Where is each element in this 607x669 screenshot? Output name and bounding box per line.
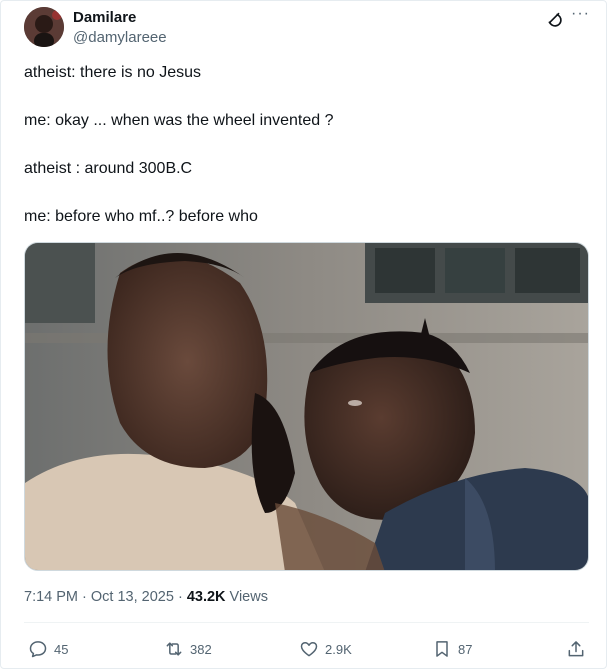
repost-count: 382 bbox=[190, 641, 212, 657]
grok-icon[interactable] bbox=[544, 9, 564, 29]
repost-button[interactable]: 382 bbox=[164, 639, 212, 659]
tweet-meta: 7:14 PM · Oct 13, 2025 · 43.2K Views bbox=[24, 589, 268, 605]
more-icon[interactable]: ··· bbox=[571, 5, 590, 23]
bookmark-button[interactable]: 87 bbox=[432, 639, 472, 659]
share-icon bbox=[568, 641, 584, 657]
divider bbox=[24, 622, 589, 623]
author-name[interactable]: Damilare bbox=[73, 9, 136, 26]
reply-icon bbox=[29, 641, 47, 658]
tweet-text-line: atheist: there is no Jesus bbox=[24, 64, 201, 81]
tweet-image[interactable] bbox=[24, 242, 589, 571]
reply-count: 45 bbox=[54, 641, 69, 657]
meta-separator: · bbox=[82, 589, 91, 605]
reply-button[interactable]: 45 bbox=[28, 639, 68, 659]
bookmark-icon bbox=[436, 641, 448, 657]
author-handle[interactable]: @damylareee bbox=[73, 29, 167, 46]
meta-separator: · bbox=[177, 589, 187, 605]
tweet-card: Damilare @damylareee ··· atheist: there … bbox=[0, 0, 607, 669]
like-icon bbox=[300, 642, 318, 657]
avatar[interactable] bbox=[24, 7, 64, 47]
tweet-text-line: me: before who mf..? before who bbox=[24, 208, 258, 225]
tweet-text-line: atheist : around 300B.C bbox=[24, 160, 193, 177]
like-button[interactable]: 2.9K bbox=[299, 639, 352, 659]
like-count: 2.9K bbox=[325, 641, 352, 657]
views-label: Views bbox=[229, 589, 268, 605]
repost-icon bbox=[166, 642, 182, 656]
views-count: 43.2K bbox=[186, 589, 226, 605]
tweet-date[interactable]: Oct 13, 2025 bbox=[91, 589, 174, 605]
tweet-text-line: me: okay ... when was the wheel invented… bbox=[24, 112, 334, 129]
tweet-time[interactable]: 7:14 PM bbox=[24, 589, 78, 605]
bookmark-count: 87 bbox=[458, 641, 473, 657]
share-button[interactable] bbox=[566, 639, 586, 659]
